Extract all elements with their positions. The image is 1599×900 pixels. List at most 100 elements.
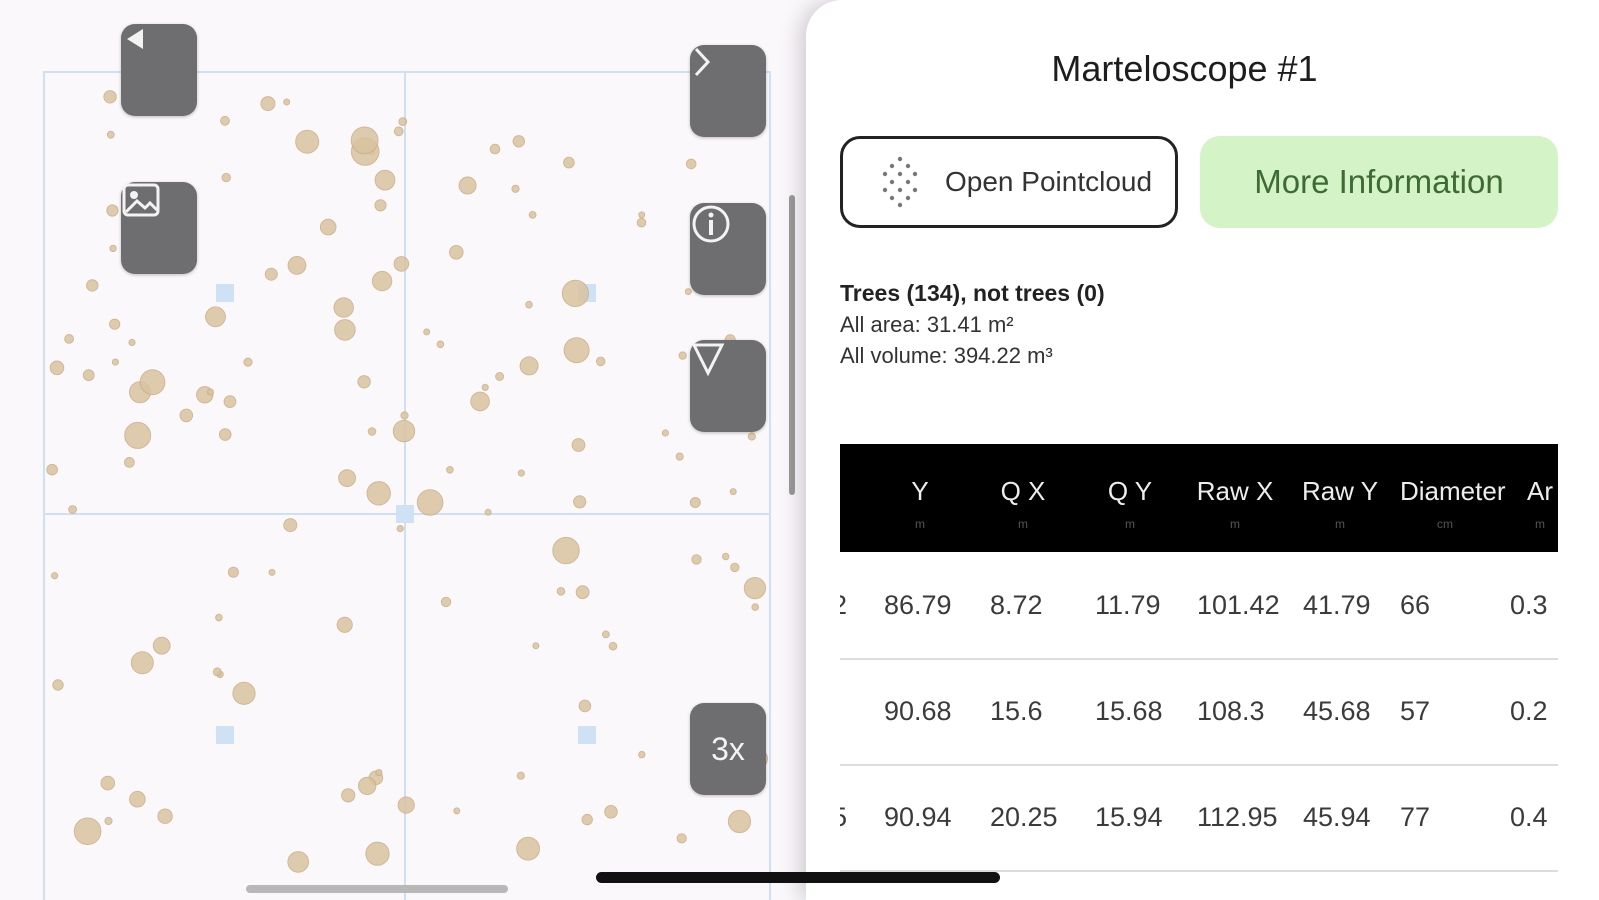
tree-marker xyxy=(729,488,737,496)
area-total: All area: 31.41 m² xyxy=(840,312,1014,337)
tree-marker xyxy=(470,391,490,412)
table-row[interactable]: 5 90.94 20.25 15.94 112.95 45.94 77 0.4 xyxy=(840,764,1558,872)
tree-marker xyxy=(205,306,226,328)
column-header[interactable]: Diameter cm xyxy=(1400,476,1505,531)
tree-marker xyxy=(573,495,587,509)
zoom-button[interactable]: 3x xyxy=(690,703,766,795)
tree-marker xyxy=(563,337,590,364)
tree-marker xyxy=(260,96,276,112)
open-pointcloud-label: Open Pointcloud xyxy=(945,166,1153,197)
trees-table[interactable]: Ym Q X m Q Y m Raw X m Raw Y m Diameter cm Ar m 2 86.… xyxy=(840,444,1558,894)
tree-marker xyxy=(111,358,120,366)
tree-marker xyxy=(397,796,415,814)
table-cell: 66 xyxy=(1400,590,1431,620)
tree-marker xyxy=(393,126,404,137)
tree-marker xyxy=(374,169,396,191)
tree-marker xyxy=(52,679,64,691)
open-pointcloud-button[interactable]: Open Pointcloud xyxy=(840,136,1178,228)
column-header[interactable]: Raw Y m xyxy=(1295,476,1385,531)
forward-button[interactable] xyxy=(690,45,766,137)
tree-marker xyxy=(440,596,452,608)
column-header-label: Y xyxy=(911,476,929,506)
table-row[interactable]: 90.68 15.6 15.68 108.3 45.68 57 0.2 xyxy=(840,658,1558,766)
details-panel: Marteloscope #1 Open Pointcloud More Inf… xyxy=(806,0,1599,900)
tree-marker xyxy=(123,457,135,468)
back-triangle-icon xyxy=(127,29,143,49)
tree-marker xyxy=(215,613,223,622)
table-cell-clipped: 2 xyxy=(840,590,847,621)
home-indicator[interactable] xyxy=(596,872,1000,883)
tree-marker xyxy=(436,340,445,349)
tree-marker xyxy=(561,279,590,307)
tree-marker xyxy=(517,469,525,477)
tree-marker xyxy=(109,244,117,253)
tree-marker xyxy=(157,808,173,824)
tree-marker xyxy=(396,525,404,533)
tree-marker xyxy=(638,750,646,759)
pointcloud-icon xyxy=(882,156,918,208)
table-row[interactable]: 2 86.79 8.72 11.79 101.42 41.79 66 0.3 xyxy=(840,552,1558,660)
tree-marker xyxy=(727,809,752,834)
table-header: Ym Q X m Q Y m Raw X m Raw Y m Diameter cm Ar m xyxy=(840,444,1558,552)
tree-marker xyxy=(751,603,760,611)
table-cell: 41.79 xyxy=(1303,590,1371,620)
tree-marker xyxy=(218,428,232,441)
tree-marker xyxy=(675,452,684,461)
tree-marker xyxy=(128,338,136,347)
tree-marker xyxy=(636,217,647,228)
tree-marker xyxy=(532,642,540,650)
info-button[interactable] xyxy=(690,203,766,295)
tree-marker xyxy=(676,833,687,844)
tree-marker xyxy=(207,388,214,396)
tree-marker xyxy=(375,769,383,777)
table-cell: 20.25 xyxy=(990,802,1058,832)
tree-marker xyxy=(51,572,59,580)
table-cell: 108.3 xyxy=(1197,696,1265,726)
tree-marker xyxy=(453,807,461,815)
table-cell: 57 xyxy=(1400,696,1431,726)
tree-marker xyxy=(595,356,606,367)
tree-marker xyxy=(484,508,492,516)
tree-marker xyxy=(64,334,74,344)
column-header[interactable]: Raw X m xyxy=(1190,476,1280,531)
tree-marker xyxy=(374,199,387,212)
column-header[interactable]: Ar m xyxy=(1495,476,1558,531)
tree-marker xyxy=(556,587,566,596)
table-cell: 15.68 xyxy=(1095,696,1163,726)
panel-title: Marteloscope #1 xyxy=(1051,48,1318,89)
column-header[interactable]: Q Y m xyxy=(1085,476,1175,531)
tree-marker xyxy=(519,356,539,376)
tree-marker xyxy=(638,211,646,219)
tree-marker xyxy=(338,469,357,488)
tree-marker xyxy=(458,176,477,195)
tree-marker xyxy=(392,419,416,443)
tree-marker xyxy=(358,776,377,796)
more-information-button[interactable]: More Information xyxy=(1200,136,1558,228)
image-button[interactable] xyxy=(121,182,197,274)
map-vertical-scrollbar[interactable] xyxy=(789,195,795,495)
column-header-unit: m xyxy=(915,517,925,531)
tree-marker xyxy=(334,319,356,341)
table-cell: 45.68 xyxy=(1303,696,1371,726)
tree-marker xyxy=(481,383,489,391)
triangle-down-icon xyxy=(691,343,725,376)
filter-button[interactable] xyxy=(690,340,766,432)
back-button[interactable] xyxy=(121,24,197,116)
column-header-label: Diameter xyxy=(1400,476,1506,506)
plot-marker xyxy=(396,505,414,523)
column-header[interactable]: Q X m xyxy=(978,476,1068,531)
column-header[interactable]: Ym xyxy=(875,476,965,531)
tree-marker xyxy=(516,771,525,780)
tree-marker xyxy=(68,505,77,514)
tree-marker xyxy=(512,135,525,148)
map-horizontal-scrollbar[interactable] xyxy=(246,885,508,893)
tree-marker xyxy=(283,518,298,533)
tree-marker xyxy=(295,129,320,154)
tree-marker xyxy=(46,463,58,476)
tree-marker xyxy=(350,126,379,155)
tree-marker xyxy=(104,816,113,826)
tree-map[interactable]: 3x xyxy=(0,0,820,900)
tree-marker xyxy=(243,357,253,367)
tree-marker xyxy=(516,836,540,861)
tree-marker xyxy=(130,651,154,675)
